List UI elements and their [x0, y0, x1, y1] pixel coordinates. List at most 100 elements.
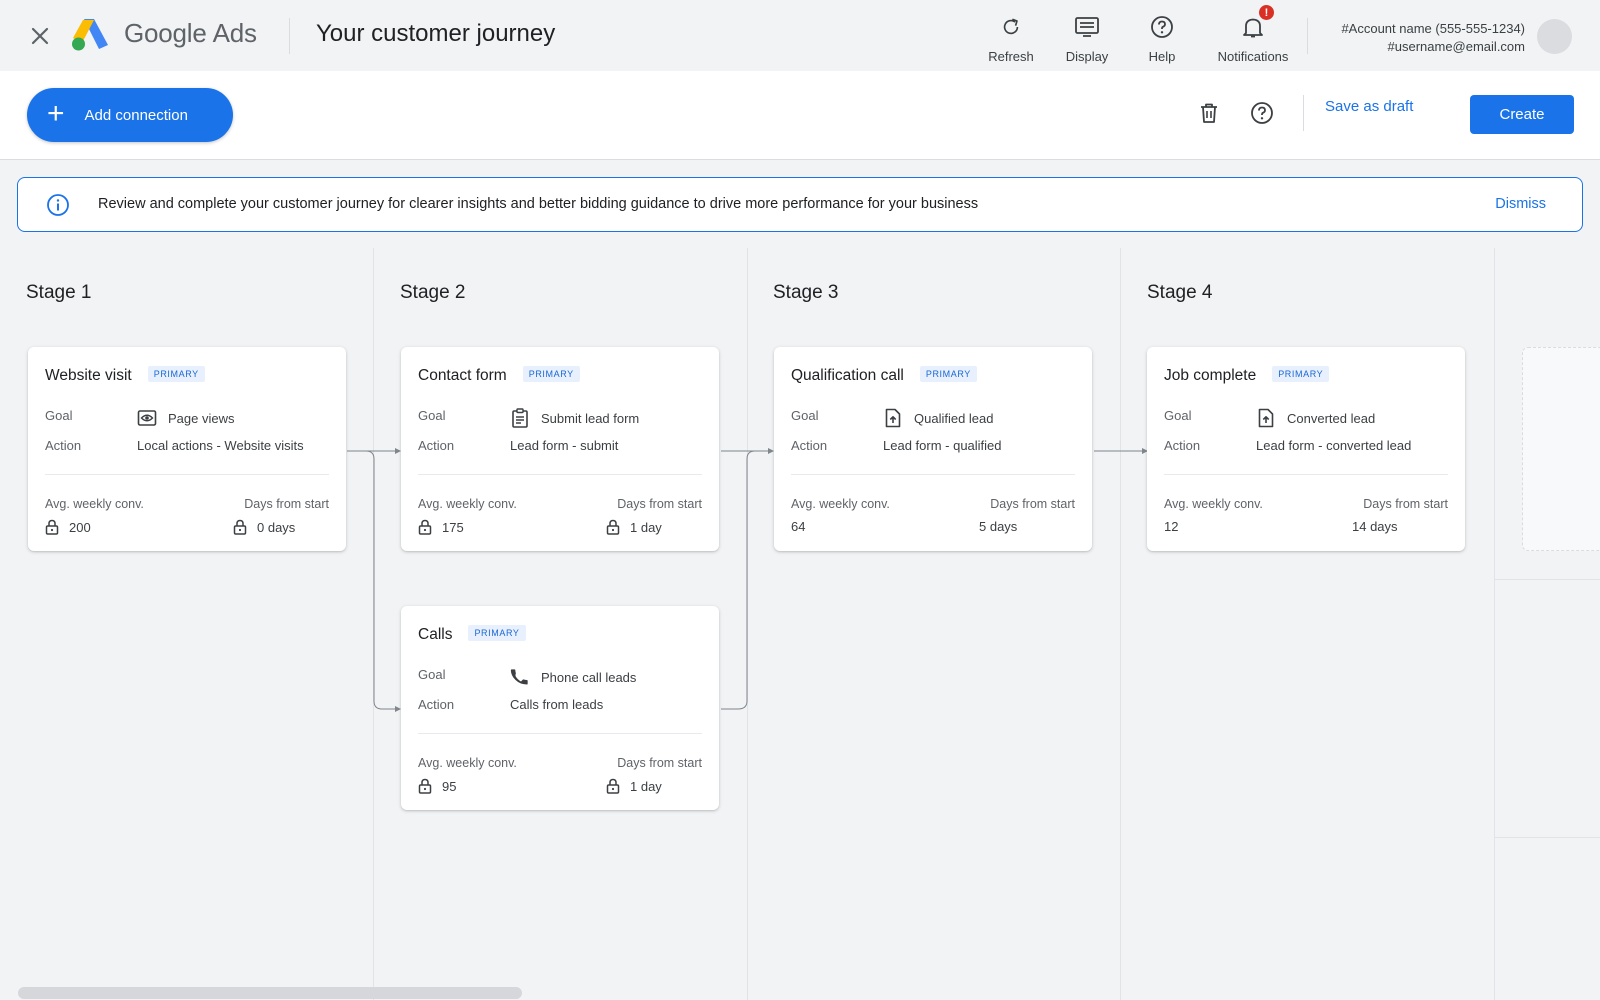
days-from-start-value: 14 days [1352, 519, 1398, 534]
help-label: Help [1148, 49, 1176, 64]
avg-weekly-label: Avg. weekly conv. [1164, 497, 1263, 511]
column-divider [1494, 579, 1600, 580]
card-name: Contact form [418, 367, 507, 384]
journey-card[interactable]: Calls PRIMARY Goal Phone call leads Actio… [401, 606, 719, 810]
help-icon [1250, 101, 1274, 130]
header-divider [289, 18, 290, 54]
card-name: Calls [418, 626, 453, 643]
card-title: Contact form PRIMARY [418, 365, 580, 385]
action-label: Action [791, 438, 828, 453]
notifications-button[interactable]: ! Notifications [1212, 4, 1294, 64]
bell-icon: ! [1212, 4, 1294, 42]
days-number: 5 days [979, 519, 1018, 534]
action-value: Lead form - converted lead [1256, 438, 1412, 453]
primary-badge: PRIMARY [1272, 365, 1330, 382]
journey-card[interactable]: Qualification call PRIMARY Goal Qualified… [774, 347, 1092, 551]
goal-label: Goal [791, 408, 819, 423]
help-icon [1122, 12, 1202, 42]
days-from-start-value: 1 day [606, 778, 662, 794]
days-from-start-value: 0 days [233, 519, 295, 535]
days-number: 14 days [1352, 519, 1398, 534]
info-icon [46, 193, 70, 222]
stage-divider [1494, 248, 1495, 1000]
journey-card[interactable]: Contact form PRIMARY Goal Submit lead for… [401, 347, 719, 551]
help-button[interactable]: Help [1122, 12, 1202, 64]
card-name: Job complete [1164, 367, 1257, 384]
card-divider [1164, 474, 1448, 475]
notifications-label: Notifications [1217, 49, 1289, 64]
avatar[interactable] [1537, 19, 1572, 54]
toolbar: + Add connection Save as draft Create [0, 71, 1600, 160]
action-label: Action [45, 438, 82, 453]
stage-divider [373, 248, 374, 1000]
eye-icon [137, 408, 157, 428]
action-label: Action [418, 697, 455, 712]
phone-icon [510, 667, 530, 687]
journey-card[interactable]: Website visit PRIMARY Goal Page views Act… [28, 347, 346, 551]
avg-weekly-value: 175 [418, 519, 464, 535]
create-button[interactable]: Create [1470, 95, 1574, 134]
card-title: Qualification call PRIMARY [791, 365, 977, 385]
close-icon[interactable] [26, 22, 54, 50]
lock-icon [606, 778, 620, 794]
card-name: Qualification call [791, 367, 904, 384]
goal-label: Goal [418, 408, 446, 423]
info-banner: Review and complete your customer journe… [17, 177, 1583, 232]
notification-badge: ! [1258, 4, 1275, 21]
stage-divider [747, 248, 748, 1000]
days-from-start-label: Days from start [617, 756, 702, 770]
display-icon [1047, 12, 1127, 42]
empty-stage-placeholder[interactable] [1522, 347, 1600, 551]
save-as-draft-button[interactable]: Save as draft [1325, 98, 1413, 115]
card-title: Job complete PRIMARY [1164, 365, 1330, 385]
avg-weekly-number: 200 [69, 519, 91, 535]
card-name: Website visit [45, 367, 132, 384]
avg-weekly-number: 95 [442, 778, 457, 794]
card-divider [418, 474, 702, 475]
goal-label: Goal [418, 667, 446, 682]
card-divider [791, 474, 1075, 475]
display-button[interactable]: Display [1047, 12, 1127, 64]
days-from-start-value: 5 days [979, 519, 1017, 534]
avg-weekly-value: 12 [1164, 519, 1178, 534]
avg-weekly-number: 175 [442, 519, 464, 535]
goal-label: Goal [1164, 408, 1192, 423]
dismiss-button[interactable]: Dismiss [1495, 196, 1546, 212]
header-divider-right [1307, 18, 1308, 54]
avg-weekly-label: Avg. weekly conv. [45, 497, 144, 511]
goal-value: Submit lead form [541, 410, 640, 426]
days-from-start-label: Days from start [617, 497, 702, 511]
plus-icon: + [47, 96, 65, 130]
form-icon [510, 408, 530, 428]
primary-badge: PRIMARY [919, 365, 977, 382]
brand-name: Google Ads [124, 18, 257, 49]
trash-icon [1199, 102, 1219, 129]
add-connection-button[interactable]: + Add connection [27, 88, 233, 142]
toolbar-divider [1303, 95, 1304, 131]
horizontal-scrollbar[interactable] [18, 987, 522, 999]
goal-value: Phone call leads [541, 669, 637, 685]
action-label: Action [1164, 438, 1201, 453]
goal-value: Converted lead [1287, 410, 1376, 426]
days-from-start-label: Days from start [244, 497, 329, 511]
refresh-button[interactable]: Refresh [971, 12, 1051, 64]
avg-weekly-label: Avg. weekly conv. [418, 756, 517, 770]
avg-weekly-value: 95 [418, 778, 456, 794]
avg-weekly-number: 12 [1164, 519, 1179, 534]
lock-icon [45, 519, 59, 535]
action-value: Lead form - qualified [883, 438, 1002, 453]
avg-weekly-label: Avg. weekly conv. [791, 497, 890, 511]
delete-button[interactable] [1191, 97, 1227, 133]
lock-icon [418, 778, 432, 794]
journey-card[interactable]: Job complete PRIMARY Goal Converted lead … [1147, 347, 1465, 551]
google-ads-logo-icon [70, 16, 110, 52]
column-divider [1494, 837, 1600, 838]
toolbar-help-button[interactable] [1244, 97, 1280, 133]
days-from-start-value: 1 day [606, 519, 662, 535]
account-name: #Account name (555-555-1234) [1341, 21, 1525, 36]
lock-icon [418, 519, 432, 535]
card-title: Calls PRIMARY [418, 624, 526, 644]
goal-value: Page views [168, 410, 235, 426]
brand-google: Google [124, 18, 207, 48]
account-info[interactable]: #Account name (555-555-1234) #username@e… [1341, 20, 1525, 56]
